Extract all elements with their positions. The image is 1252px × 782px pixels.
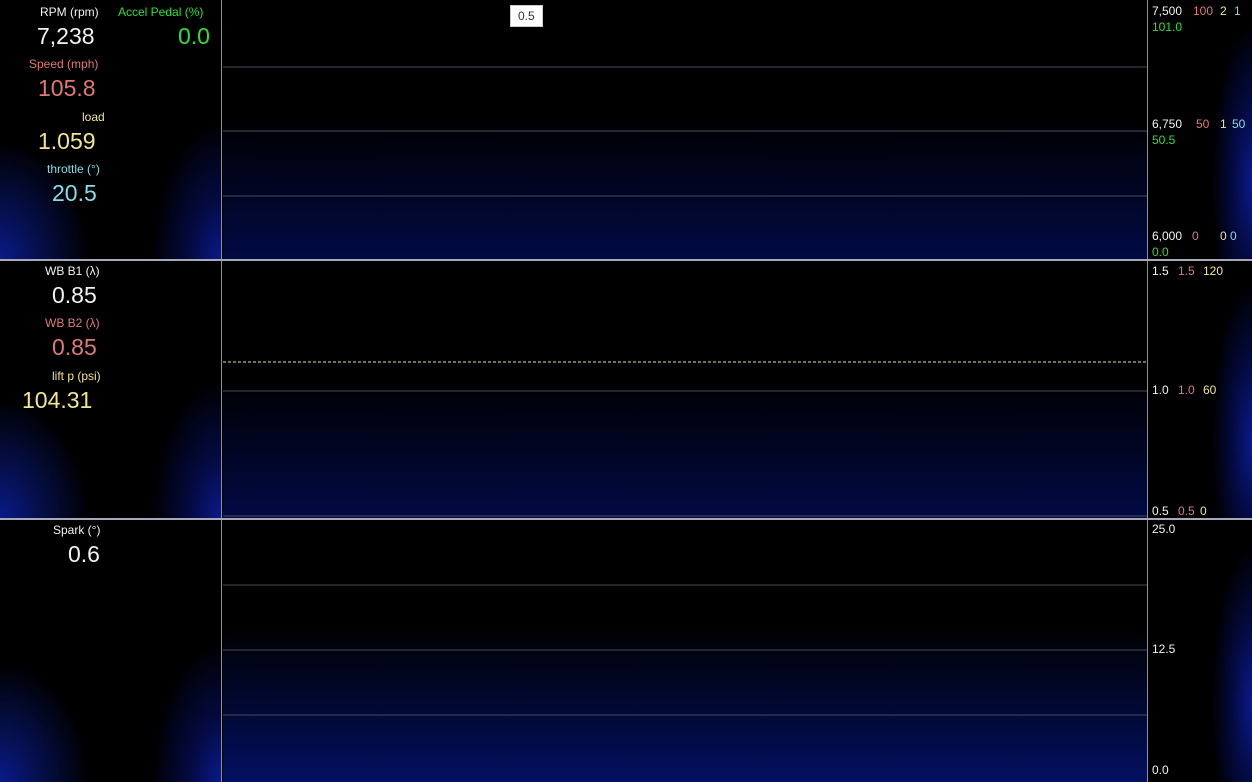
axis-tick-load-top: 2 bbox=[1220, 4, 1227, 18]
gauge-label-lift-p: lift p (psi) bbox=[52, 369, 101, 383]
plot-engine[interactable] bbox=[223, 0, 1147, 261]
gauge-value-wb-b1: 0.85 bbox=[52, 282, 97, 308]
gauge-label-rpm: RPM (rpm) bbox=[40, 5, 99, 19]
axis-tick-wb1-top: 1.5 bbox=[1152, 264, 1169, 278]
pane-wideband: WB B1 (λ) 0.85 WB B2 (λ) 0.85 lift p (ps… bbox=[0, 261, 1252, 519]
axis-tick-speed-top: 100 bbox=[1193, 4, 1214, 18]
gauge-label-wb-b1: WB B1 (λ) bbox=[45, 264, 100, 278]
axis-tick-rpm-mid: 6,750 bbox=[1152, 117, 1183, 131]
plot-engine-svg bbox=[223, 66, 1147, 197]
axis-wideband: 1.5 1.5 120 1.0 1.0 60 0.5 0.5 0 bbox=[1147, 261, 1252, 519]
gauge-value-speed: 105.8 bbox=[38, 75, 96, 101]
axis-tick-pedal-top: 101.0 bbox=[1152, 20, 1183, 34]
pane-spark: Spark (°) 0.6 25.0 12.5 0.0 bbox=[0, 520, 1252, 782]
axis-tick-rpm-top: 7,500 bbox=[1152, 4, 1183, 18]
axis-tick-wb2-bottom: 0.5 bbox=[1178, 504, 1195, 518]
gauge-label-accel-pedal: Accel Pedal (%) bbox=[118, 5, 204, 19]
pane-engine: RPM (rpm) 7,238 Accel Pedal (%) 0.0 Spee… bbox=[0, 0, 1252, 261]
axis-tick-pedal-bottom: 0.0 bbox=[1152, 245, 1169, 259]
gauge-label-load: load bbox=[82, 110, 105, 124]
gauge-value-rpm: 7,238 bbox=[37, 23, 95, 49]
axis-tick-throttle-bottom: 0 bbox=[1230, 229, 1237, 243]
gauge-label-wb-b2: WB B2 (λ) bbox=[45, 316, 100, 330]
axis-tick-speed-mid: 50 bbox=[1196, 117, 1210, 131]
plot-wideband-svg bbox=[223, 361, 1147, 517]
gauge-value-wb-b2: 0.85 bbox=[52, 334, 97, 360]
axis-tick-rpm-bottom: 6,000 bbox=[1152, 229, 1183, 243]
datalog-viewer: RPM (rpm) 7,238 Accel Pedal (%) 0.0 Spee… bbox=[0, 0, 1252, 782]
axis-tick-speed-bottom: 0 bbox=[1192, 229, 1199, 243]
plot-spark[interactable] bbox=[223, 520, 1147, 782]
gauge-value-spark: 0.6 bbox=[68, 541, 100, 567]
gauge-panel-spark: Spark (°) 0.6 bbox=[0, 520, 222, 782]
axis-tick-pedal-mid: 50.5 bbox=[1152, 133, 1176, 147]
axis-tick-wb2-top: 1.5 bbox=[1178, 264, 1195, 278]
gauge-value-lift-p: 104.31 bbox=[22, 387, 93, 413]
gauge-value-accel-pedal: 0.0 bbox=[178, 23, 210, 49]
cursor-value-tooltip: 0.5 bbox=[510, 5, 543, 27]
gauge-value-throttle: 20.5 bbox=[52, 180, 97, 206]
gauge-label-spark: Spark (°) bbox=[53, 523, 101, 537]
axis-tick-wb2-mid: 1.0 bbox=[1178, 383, 1195, 397]
axis-tick-throttle-top: 1 bbox=[1234, 4, 1241, 18]
axis-tick-lift-top: 120 bbox=[1203, 264, 1224, 278]
gauge-value-load: 1.059 bbox=[38, 128, 96, 154]
axis-tick-load-bottom: 0 bbox=[1220, 229, 1227, 243]
gauge-panel-wideband: WB B1 (λ) 0.85 WB B2 (λ) 0.85 lift p (ps… bbox=[0, 261, 222, 519]
axis-spark: 25.0 12.5 0.0 bbox=[1147, 520, 1252, 782]
axis-tick-spark-top: 25.0 bbox=[1152, 522, 1176, 536]
gauge-panel-engine: RPM (rpm) 7,238 Accel Pedal (%) 0.0 Spee… bbox=[0, 0, 222, 261]
gauge-label-speed: Speed (mph) bbox=[29, 57, 99, 71]
axis-tick-throttle-mid: 50 bbox=[1232, 117, 1246, 131]
axis-tick-spark-mid: 12.5 bbox=[1152, 642, 1176, 656]
axis-tick-wb1-mid: 1.0 bbox=[1152, 383, 1169, 397]
gauge-label-throttle: throttle (°) bbox=[47, 162, 100, 176]
axis-tick-wb1-bottom: 0.5 bbox=[1152, 504, 1169, 518]
plot-spark-svg bbox=[223, 584, 1147, 716]
axis-tick-spark-bottom: 0.0 bbox=[1152, 763, 1169, 777]
axis-tick-lift-mid: 60 bbox=[1203, 383, 1217, 397]
axis-engine: 7,500 100 2 1 101.0 6,750 50 1 50 50.5 6… bbox=[1147, 0, 1252, 261]
axis-tick-load-mid: 1 bbox=[1220, 117, 1227, 131]
axis-tick-lift-bottom: 0 bbox=[1200, 504, 1207, 518]
plot-wideband[interactable] bbox=[223, 261, 1147, 519]
